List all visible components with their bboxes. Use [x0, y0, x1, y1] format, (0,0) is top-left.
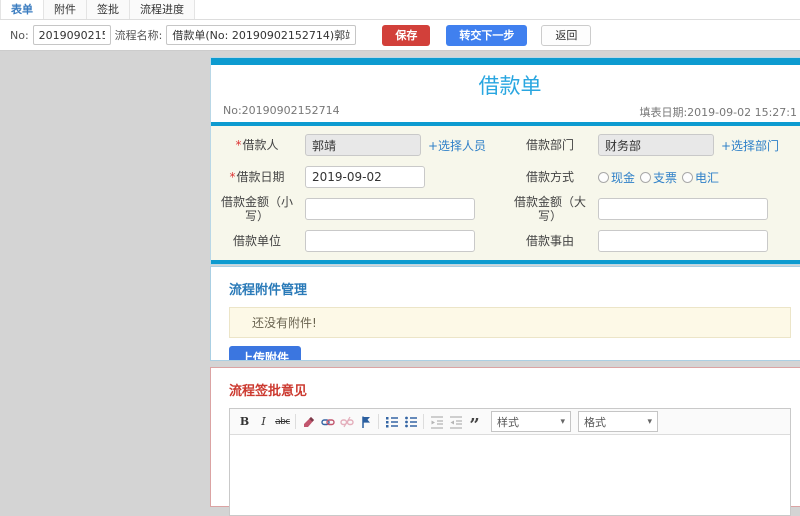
blockquote-icon[interactable]: ”: [465, 408, 484, 436]
styles-dropdown[interactable]: 样式 ▾: [491, 411, 571, 432]
radio-circle-icon: [640, 171, 652, 183]
form-date-text: 填表日期:2019-09-02 15:27:1: [639, 106, 797, 119]
editor-toolbar: B I abc ” 样式 ▾ 格式 ▾: [230, 408, 790, 436]
field-borrower: *借款人 +选择人员: [217, 130, 510, 160]
remove-format-icon[interactable]: [299, 412, 318, 431]
styles-dropdown-label: 样式: [497, 415, 519, 429]
radio-circle-icon: [598, 171, 609, 183]
chevron-down-icon: ▾: [647, 416, 652, 427]
top-divider: [211, 58, 800, 65]
strikethrough-icon[interactable]: abc: [273, 412, 292, 431]
loan-unit-label: 借款单位: [232, 234, 281, 248]
form-no-text: No:20190902152714: [223, 104, 340, 117]
loan-date-input[interactable]: [305, 166, 425, 188]
radio-cash[interactable]: 现金: [598, 169, 635, 186]
process-name-label: 流程名称:: [114, 29, 163, 42]
department-label: 借款部门: [525, 138, 574, 152]
save-button[interactable]: 保存: [382, 24, 431, 46]
rich-text-editor: B I abc ” 样式 ▾ 格式 ▾: [229, 408, 791, 516]
approval-editor-body[interactable]: [230, 435, 790, 515]
form-meta: No:20190902152714 填表日期:2019-09-02 15:27:…: [211, 104, 800, 122]
italic-icon[interactable]: I: [254, 412, 273, 431]
indent-icon[interactable]: [446, 412, 465, 431]
format-dropdown[interactable]: 格式 ▾: [578, 411, 658, 432]
attachments-panel: 流程附件管理 还没有附件! 上传附件: [210, 266, 800, 361]
select-department-link[interactable]: +选择部门: [721, 137, 779, 154]
no-attachments-message: 还没有附件!: [229, 307, 791, 338]
tab-process-progress[interactable]: 流程进度: [130, 0, 195, 19]
loan-date-label: *借款日期: [229, 170, 285, 184]
form-area: *借款人 +选择人员 借款部门 +选择部门 *借款日期: [211, 126, 800, 260]
process-name-input[interactable]: [166, 25, 357, 45]
no-input[interactable]: [32, 25, 111, 45]
form-title: 借款单: [478, 74, 542, 98]
command-bar: No: 流程名称: 保存 转交下一步 返回: [0, 20, 800, 51]
amount-uppercase-label: 借款金额（大写）: [513, 195, 586, 223]
field-loan-unit: 借款单位: [217, 226, 510, 256]
tab-sign-approve[interactable]: 签批: [87, 0, 130, 19]
no-label: No:: [10, 28, 29, 42]
radio-wire-transfer[interactable]: 电汇: [682, 169, 719, 186]
amount-lowercase-input[interactable]: [305, 198, 475, 220]
amount-lowercase-label: 借款金额（小写）: [220, 195, 293, 223]
loan-reason-label: 借款事由: [525, 234, 574, 248]
bottom-divider: [211, 260, 800, 264]
toolbar-separator: [378, 414, 379, 429]
bold-icon[interactable]: B: [235, 412, 254, 431]
tab-bar: 表单 附件 签批 流程进度: [0, 0, 800, 20]
select-person-link[interactable]: +选择人员: [428, 137, 486, 154]
upload-attachment-button[interactable]: 上传附件: [229, 346, 302, 360]
loan-method-label: 借款方式: [525, 170, 574, 184]
loan-reason-input[interactable]: [598, 230, 768, 252]
loan-unit-input[interactable]: [305, 230, 475, 252]
link-icon[interactable]: [318, 412, 337, 431]
chevron-down-icon: ▾: [560, 416, 565, 427]
field-amount-uppercase: 借款金额（大写）: [510, 194, 800, 224]
attachments-title: 流程附件管理: [229, 283, 308, 298]
radio-cheque[interactable]: 支票: [640, 169, 677, 186]
tab-form[interactable]: 表单: [0, 0, 44, 19]
amount-uppercase-input[interactable]: [598, 198, 768, 220]
approval-title: 流程签批意见: [229, 384, 308, 399]
toolbar-separator: [423, 414, 424, 429]
field-loan-method: 借款方式 现金 支票 电汇: [510, 162, 800, 192]
borrower-label: *借款人: [235, 138, 279, 152]
borrower-input[interactable]: [305, 134, 421, 156]
back-button[interactable]: 返回: [541, 24, 592, 46]
anchor-flag-icon[interactable]: [356, 412, 375, 431]
tab-attachments[interactable]: 附件: [44, 0, 87, 19]
approval-panel: 流程签批意见 B I abc ” 样式 ▾ 格式 ▾: [210, 367, 800, 516]
loan-form-panel: 借款单 No:20190902152714 填表日期:2019-09-02 15…: [210, 57, 800, 265]
outdent-icon[interactable]: [427, 412, 446, 431]
toolbar-separator: [295, 414, 296, 429]
field-department: 借款部门 +选择部门: [510, 130, 800, 160]
ordered-list-icon[interactable]: [382, 412, 401, 431]
radio-circle-icon: [682, 171, 694, 183]
unlink-icon[interactable]: [337, 412, 356, 431]
bullet-list-icon[interactable]: [401, 412, 420, 431]
field-loan-reason: 借款事由: [510, 226, 800, 256]
format-dropdown-label: 格式: [584, 415, 606, 429]
field-loan-date: *借款日期: [217, 162, 510, 192]
top-bar: 表单 附件 签批 流程进度 No: 流程名称: 保存 转交下一步 返回: [0, 0, 800, 51]
field-amount-lowercase: 借款金额（小写）: [217, 194, 510, 224]
next-step-button[interactable]: 转交下一步: [446, 24, 528, 46]
department-input[interactable]: [598, 134, 714, 156]
